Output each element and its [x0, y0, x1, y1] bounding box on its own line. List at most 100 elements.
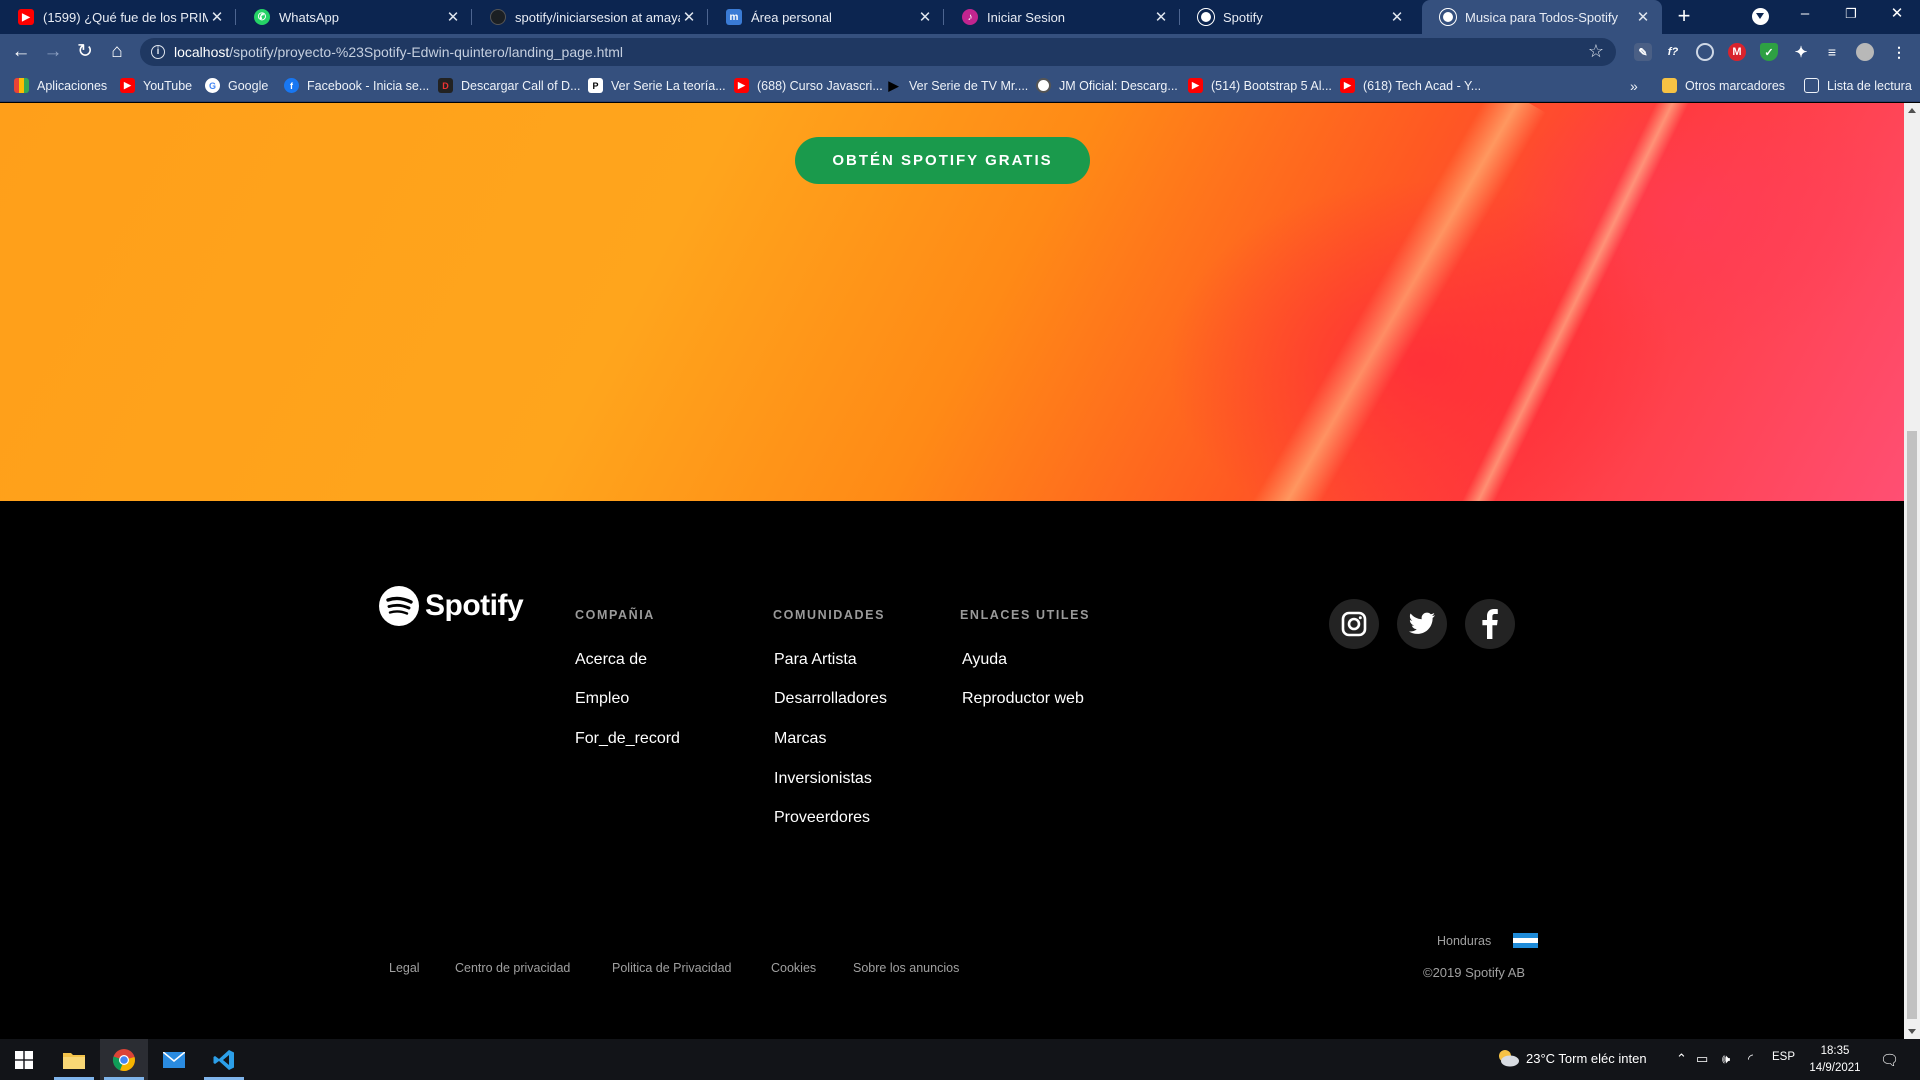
tab-area-personal[interactable]: m Área personal ✕ [708, 0, 944, 34]
privacy-policy-link[interactable]: Politica de Privacidad [612, 961, 732, 975]
privacy-center-link[interactable]: Centro de privacidad [455, 961, 570, 975]
honduras-flag-icon[interactable] [1513, 933, 1538, 948]
file-explorer-taskbar-button[interactable] [50, 1039, 98, 1080]
vscode-taskbar-button[interactable] [200, 1039, 248, 1080]
weather-text[interactable]: 23°C Torm eléc inten [1526, 1051, 1647, 1066]
tab-github[interactable]: spotify/iniciarsesion at amaya · e ✕ [472, 0, 708, 34]
vscode-icon [213, 1049, 234, 1070]
tab-spotify[interactable]: Spotify ✕ [1180, 0, 1416, 34]
bookmark-item[interactable]: ▶ (618) Tech Acad - Y... [1340, 78, 1481, 93]
minimize-button[interactable]: – [1782, 0, 1828, 30]
extensions-puzzle-icon[interactable]: ✦ [1792, 43, 1810, 61]
address-bar[interactable]: i localhost/spotify/proyecto-%23Spotify-… [140, 38, 1616, 66]
close-tab-icon[interactable]: ✕ [208, 8, 226, 26]
footer-link[interactable]: Desarrolladores [774, 690, 887, 708]
tab-iniciar-sesion[interactable]: ♪ Iniciar Sesion ✕ [944, 0, 1180, 34]
tab-youtube-video[interactable]: ▶ (1599) ¿Qué fue de los PRIMERO ✕ [0, 0, 236, 34]
copyright-text: ©2019 Spotify AB [1423, 965, 1526, 980]
notifications-icon[interactable]: 🗨 [1880, 1051, 1899, 1069]
bookmarks-overflow-button[interactable]: » [1630, 78, 1638, 94]
bookmark-item[interactable]: D Descargar Call of D... [438, 78, 580, 93]
home-icon[interactable]: ⌂ [104, 39, 130, 65]
input-language[interactable]: ESP [1772, 1051, 1795, 1063]
scroll-down-arrow-icon[interactable] [1908, 1029, 1916, 1034]
bookmark-item[interactable]: ▶ YouTube [120, 78, 192, 93]
site-info-icon[interactable]: i [151, 45, 165, 59]
tab-search-icon[interactable] [1752, 8, 1769, 25]
legal-link[interactable]: Legal [389, 961, 420, 975]
footer-link[interactable]: Acerca de [575, 651, 647, 669]
tab-musica-para-todos[interactable]: Musica para Todos-Spotify ✕ [1422, 0, 1662, 34]
close-tab-icon[interactable]: ✕ [916, 8, 934, 26]
close-tab-icon[interactable]: ✕ [1152, 8, 1170, 26]
restore-button[interactable]: ❐ [1828, 0, 1874, 30]
extension-sync-icon[interactable] [1696, 43, 1714, 61]
browser-menu-icon[interactable]: ⋮ [1890, 43, 1908, 61]
country-selector[interactable]: Honduras [1437, 934, 1491, 948]
close-tab-icon[interactable]: ✕ [1634, 8, 1652, 26]
bookmark-item[interactable]: ▶ (688) Curso Javascri... [734, 78, 883, 93]
footer-link[interactable]: Inversionistas [774, 770, 872, 788]
extension-shield-icon[interactable]: ✓ [1760, 43, 1778, 61]
footer-link[interactable]: Reproductor web [962, 690, 1084, 708]
wifi-icon[interactable]: ◜ [1748, 1051, 1753, 1067]
extension-pen-icon[interactable]: ✎ [1634, 43, 1652, 61]
close-tab-icon[interactable]: ✕ [1388, 8, 1406, 26]
new-tab-button[interactable]: + [1672, 5, 1696, 29]
bookmark-star-icon[interactable]: ☆ [1588, 41, 1604, 62]
footer-link[interactable]: Para Artista [774, 651, 857, 669]
start-button[interactable] [0, 1039, 48, 1080]
spotify-logo[interactable]: Spotify [378, 585, 524, 627]
bookmarks-bar: Aplicaciones ▶ YouTube G Google f Facebook … [0, 70, 1920, 102]
close-window-button[interactable]: ✕ [1874, 0, 1920, 30]
show-hidden-icons-icon[interactable]: ⌃ [1676, 1051, 1687, 1067]
footer-heading-compania: COMPAÑIA [575, 608, 655, 622]
tab-title: Spotify [1223, 9, 1263, 25]
bookmark-item[interactable]: P Ver Serie La teoría... [588, 78, 726, 93]
volume-icon[interactable]: 🕪 [1722, 1051, 1730, 1067]
system-clock[interactable]: 18:35 14/9/2021 [1805, 1043, 1865, 1077]
bookmark-item[interactable]: G Google [205, 78, 268, 93]
footer-link[interactable]: For_de_record [575, 730, 680, 748]
reading-list-button[interactable]: Lista de lectura [1804, 78, 1912, 93]
instagram-button[interactable] [1329, 599, 1379, 649]
site-icon: D [438, 78, 453, 93]
tab-title: WhatsApp [279, 9, 339, 25]
network-icon[interactable]: ▭ [1696, 1051, 1708, 1067]
tab-whatsapp[interactable]: ✆ WhatsApp ✕ [236, 0, 472, 34]
reading-list-icon[interactable]: ≡ [1823, 43, 1841, 61]
close-tab-icon[interactable]: ✕ [680, 8, 698, 26]
extension-m-icon[interactable]: M [1728, 43, 1746, 61]
globe-icon [1197, 8, 1215, 26]
footer-link[interactable]: Empleo [575, 690, 629, 708]
cookies-link[interactable]: Cookies [771, 961, 816, 975]
chrome-taskbar-button[interactable] [100, 1039, 148, 1080]
apps-grid-icon [14, 78, 29, 93]
twitter-button[interactable] [1397, 599, 1447, 649]
footer-link[interactable]: Marcas [774, 730, 826, 748]
page-scrollbar[interactable] [1904, 103, 1920, 1039]
reload-icon[interactable]: ↻ [72, 39, 98, 65]
back-icon[interactable]: ← [8, 39, 34, 65]
bookmark-item[interactable]: ▶ (514) Bootstrap 5 Al... [1188, 78, 1332, 93]
forward-icon[interactable]: → [40, 39, 66, 65]
footer-link[interactable]: Proveerdores [774, 809, 870, 827]
scrollbar-thumb[interactable] [1907, 431, 1917, 1019]
scroll-up-arrow-icon[interactable] [1908, 108, 1916, 113]
tab-title: Iniciar Sesion [987, 9, 1066, 25]
close-tab-icon[interactable]: ✕ [444, 8, 462, 26]
get-spotify-free-button[interactable]: OBTÉN SPOTIFY GRATIS [795, 137, 1090, 184]
footer-link[interactable]: Ayuda [962, 651, 1007, 669]
bookmark-item[interactable]: f Facebook - Inicia se... [284, 78, 429, 93]
url-text[interactable]: localhost/spotify/proyecto-%23Spotify-Ed… [174, 44, 623, 60]
facebook-button[interactable] [1465, 599, 1515, 649]
extension-formula-icon[interactable]: f? [1664, 43, 1682, 61]
bookmark-item[interactable]: ▶ Ver Serie de TV Mr.... [886, 78, 1029, 93]
bookmark-item[interactable]: JM Oficial: Descarg... [1036, 78, 1178, 93]
about-ads-link[interactable]: Sobre los anuncios [853, 961, 959, 975]
weather-icon[interactable] [1496, 1048, 1520, 1071]
profile-avatar-icon[interactable] [1856, 43, 1874, 61]
bookmark-item[interactable]: Aplicaciones [14, 78, 107, 93]
other-bookmarks-folder[interactable]: Otros marcadores [1662, 78, 1785, 93]
mail-taskbar-button[interactable] [150, 1039, 198, 1080]
